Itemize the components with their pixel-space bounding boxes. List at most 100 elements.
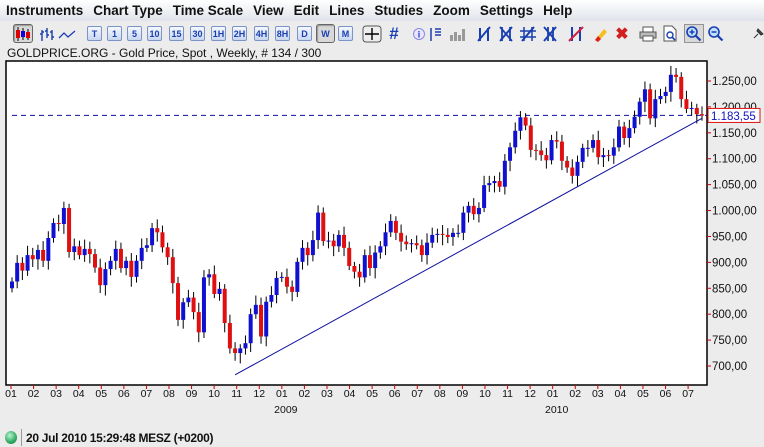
candle-body [492, 181, 497, 184]
candle-body [378, 246, 383, 253]
candle-body [622, 126, 627, 138]
y-tick-label: 1.150,00 [712, 128, 757, 140]
x-month-label: 04 [73, 388, 85, 400]
candle-body [191, 297, 196, 313]
candle-body [409, 243, 414, 245]
candle-body [674, 74, 679, 77]
y-tick-label: 850,00 [712, 283, 747, 295]
candle-body [637, 101, 642, 117]
y-tick-label: 1.050,00 [712, 180, 757, 192]
candle-body [15, 262, 20, 282]
candle-body [77, 246, 82, 256]
x-month-label: 01 [276, 388, 288, 400]
candle-body [165, 247, 170, 258]
candle-body [445, 234, 450, 237]
status-bar: 20 Jul 2010 15:29:48 MESZ (+0200) [0, 428, 764, 447]
candle-body [336, 234, 341, 247]
x-year-label: 2010 [545, 404, 569, 416]
status-divider [21, 429, 22, 446]
candle-body [347, 247, 352, 266]
price-chart[interactable]: 700,00 750,00 800,00 850,00 900,00 950,00 1.00… [0, 0, 764, 428]
candle-body [113, 248, 118, 261]
candle [321, 207, 326, 246]
candle-body [124, 260, 129, 269]
candle-body [663, 91, 668, 97]
x-month-label: 02 [28, 388, 40, 400]
candle [67, 203, 72, 258]
x-year-label: 2009 [274, 404, 298, 416]
candle-body [35, 249, 40, 260]
candle-body [570, 167, 575, 176]
candle-body [668, 74, 673, 92]
candle-body [238, 348, 243, 354]
candle-body [575, 161, 580, 176]
candle-body [383, 232, 388, 247]
candle-body [160, 232, 165, 248]
x-month-label: 08 [434, 388, 446, 400]
candle-body [461, 212, 466, 233]
candle-body [399, 232, 404, 242]
candle-body [305, 247, 310, 256]
candle-body [98, 267, 103, 286]
candle-body [20, 262, 25, 271]
candle-body [61, 207, 66, 225]
candle-body [284, 276, 289, 287]
x-month-label: 04 [615, 388, 627, 400]
candle-body [108, 260, 113, 270]
candle-body [295, 261, 300, 292]
candle-body [414, 243, 419, 246]
candle-body [616, 126, 621, 148]
y-tick-label: 800,00 [712, 309, 747, 321]
candle-body [134, 260, 139, 277]
candle-body [689, 107, 694, 109]
candle-body [103, 269, 108, 286]
y-tick-label: 950,00 [712, 231, 747, 243]
candle-body [300, 247, 305, 262]
candle-body [425, 242, 430, 256]
x-month-label: 06 [660, 388, 672, 400]
candle-body [269, 295, 274, 302]
x-month-label: 12 [524, 388, 536, 400]
candle-body [170, 257, 175, 284]
y-tick-label: 1.100,00 [712, 154, 757, 166]
candle-body [196, 312, 201, 333]
candle-body [331, 240, 336, 247]
candle-body [554, 140, 559, 142]
candle-body [233, 348, 238, 354]
x-month-label: 10 [208, 388, 220, 400]
candle-body [274, 277, 279, 296]
candle-body [513, 130, 518, 148]
candle-body [476, 207, 481, 215]
candle-body [580, 147, 585, 162]
candle-body [321, 212, 326, 242]
candle-body [316, 212, 321, 241]
x-month-label: 01 [547, 388, 559, 400]
candle-body [466, 205, 471, 213]
x-month-label: 07 [141, 388, 153, 400]
x-month-label: 05 [366, 388, 378, 400]
candle-body [544, 155, 549, 161]
candle-body [440, 233, 445, 235]
candle-body [129, 260, 134, 277]
candle-body [46, 238, 51, 261]
candle-body [212, 274, 217, 294]
candle-body [596, 140, 601, 158]
y-tick-label: 1.000,00 [712, 206, 757, 218]
x-month-label: 03 [321, 388, 333, 400]
x-month-label: 07 [682, 388, 694, 400]
status-time: 20 Jul 2010 15:29:48 MESZ (+0200) [26, 430, 214, 445]
x-month-label: 04 [344, 388, 356, 400]
candle-body [118, 248, 123, 269]
candle-body [82, 248, 87, 256]
candle-body [290, 286, 295, 292]
candle-body [591, 140, 596, 148]
candle-body [357, 271, 362, 278]
candle-body [508, 147, 513, 161]
candle-body [72, 246, 77, 252]
candle-body [51, 222, 56, 239]
candle-body [201, 277, 206, 333]
x-month-label: 01 [5, 388, 17, 400]
candle-body [565, 160, 570, 168]
candle-body [253, 304, 258, 315]
candle-body [93, 254, 98, 268]
